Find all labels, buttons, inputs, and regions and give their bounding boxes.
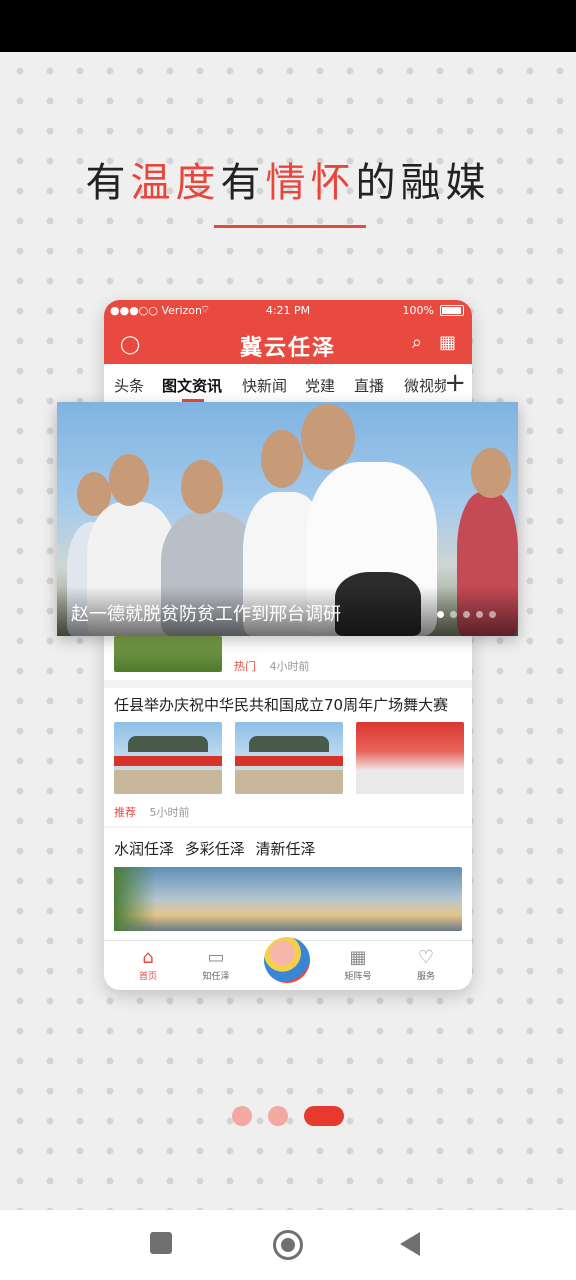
page-dot[interactable] xyxy=(268,1106,288,1126)
headline-part-3: 有 xyxy=(220,160,266,206)
app-bottom-nav: ⌂ 首页 ▭ 知任泽 ▦ 矩阵号 ♡ 服务 xyxy=(104,937,472,990)
news-meta: 推荐 5小时前 xyxy=(114,804,190,820)
app-header: ◯ 冀云任泽 ⌕ ▦ xyxy=(104,322,472,364)
featured-banner[interactable]: 赵一德就脱贫防贫工作到邢台调研 xyxy=(57,402,518,636)
headline-part-5: 的融媒 xyxy=(355,160,491,206)
list-divider xyxy=(104,680,472,688)
battery-percent: 100% xyxy=(402,304,434,317)
system-navigation-bar xyxy=(0,1210,576,1280)
tab-headlines[interactable]: 头条 xyxy=(114,375,144,396)
photo-figure xyxy=(261,430,303,488)
nav-services[interactable]: ♡ 服务 xyxy=(396,947,456,982)
category-tabs: 头条 图文资讯 快新闻 党建 直播 微视频 + xyxy=(104,364,472,404)
page-dot-active[interactable] xyxy=(304,1106,344,1126)
list-divider xyxy=(104,826,472,828)
photo-figure xyxy=(301,404,355,470)
news-title[interactable]: 任县举办庆祝中华民共和国成立70周年广场舞大赛 xyxy=(114,694,448,715)
nav-know-label: 知任泽 xyxy=(202,972,230,982)
news-image[interactable] xyxy=(356,722,464,794)
headline-underline xyxy=(214,225,366,228)
tab-live[interactable]: 直播 xyxy=(354,375,384,396)
headline-part-feelings: 情怀 xyxy=(265,160,356,206)
nav-services-label: 服务 xyxy=(416,972,435,982)
news-title[interactable]: 水润任泽 多彩任泽 清新任泽 xyxy=(114,838,316,859)
photo-figure xyxy=(471,448,511,498)
nav-matrix[interactable]: ▦ 矩阵号 xyxy=(328,947,388,982)
home-button[interactable] xyxy=(273,1230,303,1260)
photo-figure xyxy=(109,454,149,506)
news-meta: 热门 4小时前 xyxy=(234,658,310,674)
banner-pager-dot[interactable] xyxy=(489,611,496,618)
headline-part-warmth: 温度 xyxy=(130,160,221,206)
news-image-row xyxy=(114,722,464,794)
app-logo-icon[interactable] xyxy=(264,937,310,983)
promo-headline: 有温度有情怀的融媒 xyxy=(0,150,576,208)
news-thumbnail[interactable] xyxy=(114,636,222,672)
photo-figure xyxy=(181,460,223,514)
back-button[interactable] xyxy=(400,1232,420,1256)
onboarding-page-indicator xyxy=(0,1106,576,1126)
banner-pager-dot[interactable] xyxy=(450,611,457,618)
home-icon: ⌂ xyxy=(142,947,154,968)
recents-button[interactable] xyxy=(150,1232,172,1254)
page-dot[interactable] xyxy=(232,1106,252,1126)
heart-icon: ♡ xyxy=(417,947,435,968)
banner-pager-dot[interactable] xyxy=(437,611,444,618)
nav-home-label: 首页 xyxy=(138,972,157,982)
news-time: 5小时前 xyxy=(149,806,190,819)
news-time: 4小时前 xyxy=(269,660,310,673)
banner-pager xyxy=(431,603,496,622)
add-tab-icon[interactable]: + xyxy=(444,368,466,398)
nav-know-renze[interactable]: ▭ 知任泽 xyxy=(186,947,246,982)
nav-matrix-label: 矩阵号 xyxy=(344,972,372,982)
monitor-icon: ▭ xyxy=(207,947,225,968)
news-image[interactable] xyxy=(114,867,462,931)
news-tag: 热门 xyxy=(234,660,256,673)
banner-caption: 赵一德就脱贫防贫工作到邢台调研 xyxy=(71,604,341,625)
news-image[interactable] xyxy=(114,722,222,794)
tab-graphic-news[interactable]: 图文资讯 xyxy=(162,375,222,396)
tab-micro-video[interactable]: 微视频 xyxy=(404,375,446,396)
news-image[interactable] xyxy=(235,722,343,794)
nav-home[interactable]: ⌂ 首页 xyxy=(118,947,178,982)
battery-icon xyxy=(440,305,464,316)
grid-icon: ▦ xyxy=(349,947,367,968)
banner-pager-dot[interactable] xyxy=(463,611,470,618)
banner-pager-dot[interactable] xyxy=(476,611,483,618)
tab-party-building[interactable]: 党建 xyxy=(305,375,335,396)
headline-part-1: 有 xyxy=(85,160,131,206)
search-icon[interactable]: ⌕ xyxy=(412,332,422,353)
tab-quick-news[interactable]: 快新闻 xyxy=(242,375,287,396)
device-status-bar xyxy=(0,0,576,52)
phone-status-bar: ●●●○○ Verizon ⌔ 4:21 PM 100% xyxy=(104,300,472,322)
news-tag: 推荐 xyxy=(114,806,136,819)
map-icon[interactable]: ▦ xyxy=(439,332,456,353)
